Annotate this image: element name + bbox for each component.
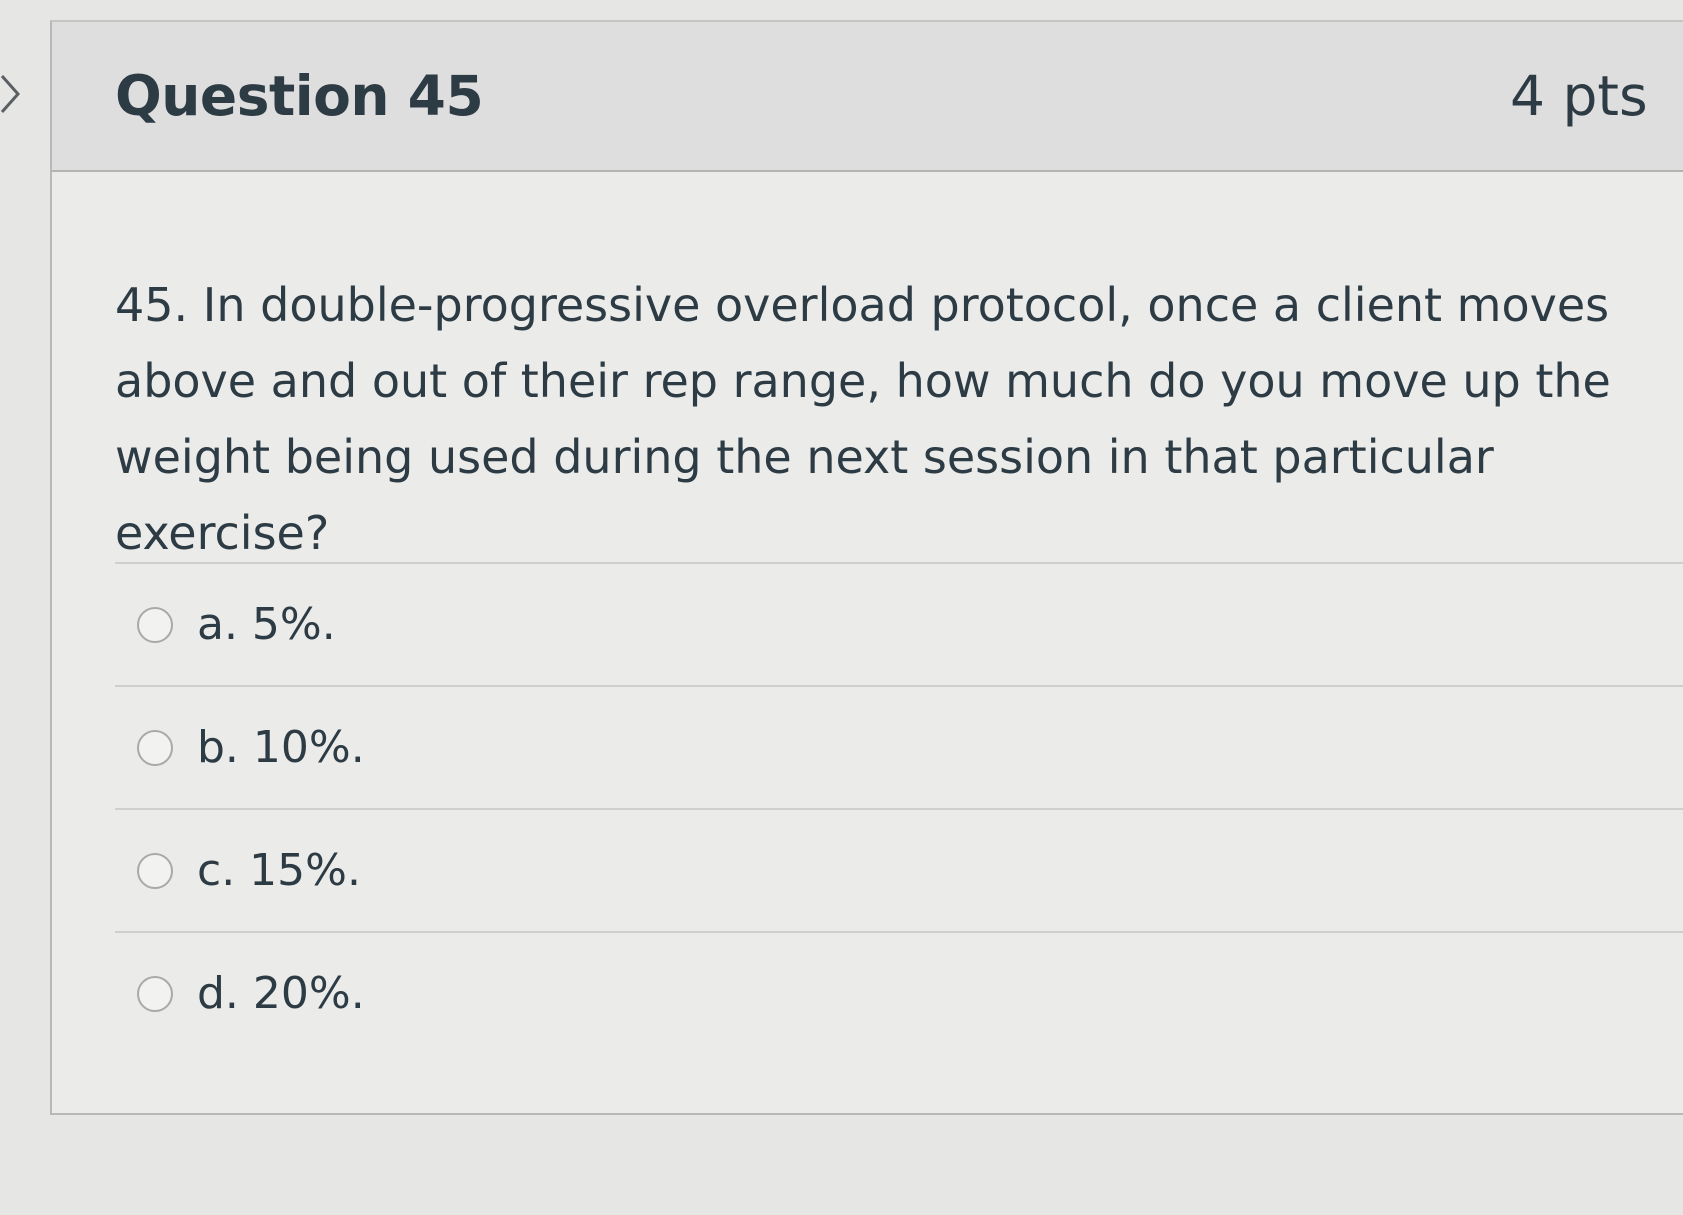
- answer-label: a. 5%.: [197, 599, 336, 650]
- answer-option-b[interactable]: b. 10%.: [115, 687, 1683, 808]
- answer-option-c[interactable]: c. 15%.: [115, 810, 1683, 931]
- answer-label: b. 10%.: [197, 722, 365, 773]
- question-header: Question 45 4 pts: [52, 22, 1683, 172]
- radio-button[interactable]: [137, 729, 173, 766]
- answer-label: c. 15%.: [197, 845, 361, 896]
- answer-label: d. 20%.: [197, 968, 365, 1019]
- answer-list: a. 5%. b. 10%. c. 15%. d. 20%.: [115, 562, 1683, 1054]
- radio-button[interactable]: [137, 852, 173, 889]
- radio-button[interactable]: [137, 975, 173, 1012]
- question-points: 4 pts: [1510, 64, 1648, 128]
- question-title: Question 45: [115, 64, 484, 128]
- question-card: Question 45 4 pts 45. In double-progress…: [50, 20, 1683, 1115]
- radio-button[interactable]: [137, 606, 173, 643]
- answer-option-d[interactable]: d. 20%.: [115, 933, 1683, 1054]
- answer-option-a[interactable]: a. 5%.: [115, 564, 1683, 685]
- question-text: 45. In double-progressive overload proto…: [115, 278, 1611, 560]
- chevron-right-icon[interactable]: [0, 72, 22, 116]
